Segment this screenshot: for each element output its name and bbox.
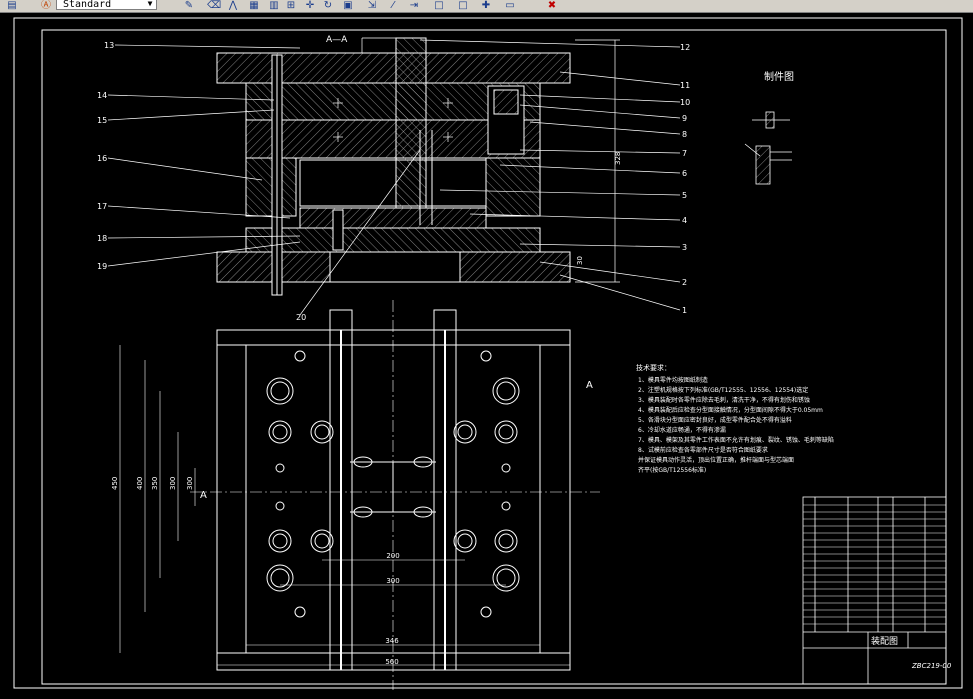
tech-line: 1、模具零件均按图纸制造 — [638, 376, 708, 384]
eraser-icon[interactable]: ⌫ — [207, 0, 221, 11]
dim-mid: 300 — [386, 577, 399, 585]
drawing-toolbar: ▤ Ⓐ Standard ▼ ✎ ⌫ ⋀ ▦ ▥ ⊞ ✛ ↻ ▣ ⇲ ⁄ ⇥ □… — [0, 0, 973, 13]
dim-height-2: 400 — [136, 477, 144, 490]
tech-line: 5、各滑块分型面应密封良好，成型零件配合处不得有溢料 — [638, 416, 792, 424]
bom-table-rows — [803, 504, 946, 625]
dim-height-4: 300 — [169, 477, 177, 490]
tech-line: 3、模具装配时各零件应除去毛刺，清洗干净，不得有划伤和锈蚀 — [638, 396, 810, 404]
part-number-9: 9 — [682, 114, 687, 123]
part-number-18: 18 — [97, 234, 107, 243]
view-mark-left: A — [200, 490, 207, 501]
part-number-4: 4 — [682, 216, 687, 225]
part-number-15: 15 — [97, 116, 107, 125]
chamfer-icon[interactable]: □ — [457, 0, 469, 11]
part-number-2: 2 — [682, 278, 687, 287]
fillet-icon[interactable]: ✚ — [480, 0, 492, 11]
part-number-17: 17 — [97, 202, 107, 211]
grid-small-icon[interactable]: ⊞ — [285, 0, 297, 11]
tech-line: 2、注塑机规格按下列标准(GB/T12555、12556、12554)选定 — [638, 386, 808, 394]
text-style-icon[interactable]: Ⓐ — [40, 0, 52, 11]
section-view — [216, 37, 571, 296]
cad-drawing-canvas[interactable]: A—A 13 14 15 16 17 18 19 20 12 11 10 9 8… — [0, 13, 973, 699]
dim-top-right: 328 — [614, 152, 622, 165]
part-number-20: 20 — [296, 313, 306, 322]
scale-icon[interactable]: ▣ — [342, 0, 354, 11]
chevron-down-icon[interactable]: ▼ — [145, 0, 155, 9]
break-icon[interactable]: □ — [433, 0, 445, 11]
properties-icon[interactable]: ✖ — [546, 0, 558, 11]
part-number-19: 19 — [97, 262, 107, 271]
trim-icon[interactable]: ⁄ — [387, 0, 399, 11]
tech-line: 4、模具装配后应检查分型面接触情况，分型面间隙不得大于0.05mm — [638, 406, 823, 414]
part-number-12: 12 — [680, 43, 690, 52]
section-label: A—A — [326, 35, 348, 45]
stretch-icon[interactable]: ⇲ — [366, 0, 378, 11]
part-number-5: 5 — [682, 191, 687, 200]
part-number-14: 14 — [97, 91, 107, 100]
title-block-name: 装配图 — [871, 635, 898, 647]
part-number-6: 6 — [682, 169, 687, 178]
pencil-icon[interactable]: ✎ — [183, 0, 195, 11]
rotate-icon[interactable]: ↻ — [322, 0, 334, 11]
view-mark-right: A — [586, 380, 593, 391]
tech-line: 6、冷却水道应畅通，不得有渗漏 — [638, 426, 726, 434]
dim-inner: 200 — [386, 552, 399, 560]
plan-view — [119, 300, 600, 690]
part-number-7: 7 — [682, 149, 687, 158]
tech-line: 齐平(按GB/T12556标准) — [638, 466, 706, 474]
part-number-3: 3 — [682, 243, 687, 252]
title-block — [802, 496, 947, 685]
dim-height-left: 450 — [111, 477, 119, 490]
dim-plate: 30 — [576, 256, 584, 265]
drawing-number: ZBC219-00 — [911, 662, 952, 670]
extend-icon[interactable]: ⇥ — [408, 0, 420, 11]
part-number-13: 13 — [104, 41, 114, 50]
part-drawing — [744, 111, 792, 185]
tech-requirements: 技术要求： 1、模具零件均按图纸制造 2、注塑机规格按下列标准(GB/T1255… — [636, 363, 834, 474]
part-number-10: 10 — [680, 98, 690, 107]
dim-height-3: 350 — [151, 477, 159, 490]
dim-overall-width: 560 — [385, 658, 398, 666]
text-style-value: Standard — [63, 0, 112, 10]
text-style-select[interactable]: Standard ▼ — [56, 0, 157, 10]
tech-line: 并保证模具动作灵活，顶出位置正确，推杆端面与型芯端面 — [638, 456, 794, 464]
part-number-11: 11 — [680, 81, 690, 90]
move-icon[interactable]: ✛ — [304, 0, 316, 11]
dimension-style-icon[interactable]: ▤ — [6, 0, 18, 11]
part-number-16: 16 — [97, 154, 107, 163]
array-icon[interactable]: ▦ — [248, 0, 260, 11]
dim-height-total: 300 — [186, 477, 194, 490]
part-drawing-title: 制件图 — [764, 70, 794, 83]
explode-icon[interactable]: ▭ — [504, 0, 516, 11]
part-number-8: 8 — [682, 130, 687, 139]
dim-bottom: 346 — [385, 637, 399, 645]
tech-line: 8、试模前应检查各零部件尺寸是否符合图纸要求 — [638, 446, 768, 454]
mirror-icon[interactable]: ⋀ — [227, 0, 239, 11]
tech-title: 技术要求： — [636, 363, 671, 372]
grid-icon[interactable]: ▥ — [268, 0, 280, 11]
part-number-1: 1 — [682, 306, 687, 315]
tech-line: 7、模具、模架及其零件工作表面不允许有划痕、裂纹、锈蚀、毛刺等缺陷 — [638, 436, 834, 444]
